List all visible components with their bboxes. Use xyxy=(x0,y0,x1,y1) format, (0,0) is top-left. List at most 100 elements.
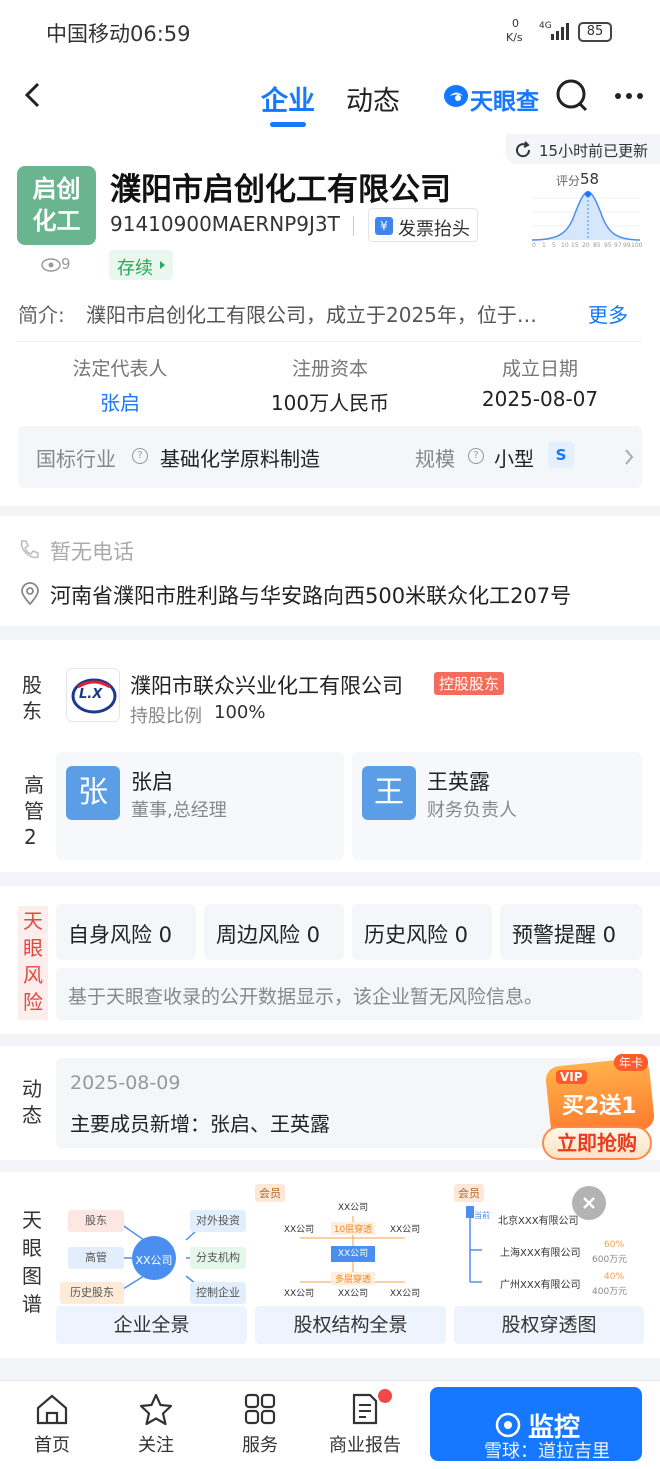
legal-rep-value[interactable]: 张启 xyxy=(40,387,200,416)
close-icon[interactable] xyxy=(572,1186,606,1220)
promo-cta[interactable]: 立即抢购 xyxy=(542,1126,652,1160)
risk-section-label: 天 眼 风 险 xyxy=(18,906,48,1020)
views-count: 9 xyxy=(61,255,71,273)
shareholder-name[interactable]: 濮阳市联众兴业化工有限公司 xyxy=(130,670,403,700)
founded-block: 成立日期 2025-08-07 xyxy=(460,354,620,414)
scale-help-icon[interactable]: ? xyxy=(468,448,484,464)
score-axis-tick: 20 xyxy=(582,242,590,249)
tab-home[interactable]: 首页 xyxy=(20,1389,84,1467)
risk-self-label: 自身风险 0 xyxy=(68,923,173,947)
graph-card-overview[interactable]: 股东 高管 历史股东 XX公司 对外投资 分支机构 控制企业 企业全景 xyxy=(56,1182,247,1344)
news-text: 主要成员新增：张启、王英露 xyxy=(70,1112,330,1136)
battery-icon: 85 xyxy=(578,22,612,42)
executive-card[interactable]: 王 王英露 财务负责人 xyxy=(352,752,642,860)
code-divider xyxy=(353,216,354,236)
score-axis-tick: 100 xyxy=(631,242,643,249)
executive-role: 财务负责人 xyxy=(427,800,517,821)
score-axis-tick: 5 xyxy=(552,242,556,249)
tab-news[interactable]: 动态 xyxy=(346,79,400,118)
intro-more-link[interactable]: 更多 xyxy=(588,299,628,328)
executive-card[interactable]: 张 张启 董事,总经理 xyxy=(56,752,344,860)
bottom-tab-bar: 首页 关注 服务 商业报告 监控 雪球：道拉吉里 xyxy=(0,1380,660,1469)
address-text[interactable]: 河南省濮阳市胜利路与华安路向西500米联众化工207号 xyxy=(50,580,571,610)
graph-card-penetration[interactable]: 会员 当前 北京XXX有限公司 上海XXX有限公司 60% 600万元 广州XX… xyxy=(454,1182,644,1344)
risk-warning[interactable]: 预警提醒 0 xyxy=(500,904,642,960)
location-icon xyxy=(20,582,40,606)
risk-self[interactable]: 自身风险 0 xyxy=(56,904,196,960)
industry-help-icon[interactable]: ? xyxy=(132,448,148,464)
overview-node: 对外投资 xyxy=(190,1210,246,1232)
score-value: 58 xyxy=(580,170,600,188)
more-icon[interactable] xyxy=(614,92,646,100)
equity-node: 多层穿透 xyxy=(331,1272,375,1285)
shareholder-logo: L.X xyxy=(66,668,120,722)
legal-rep-block[interactable]: 法定代表人 张启 xyxy=(40,354,200,416)
capital-block: 注册资本 100万人民币 xyxy=(250,354,410,415)
capital-value: 100万人民币 xyxy=(270,391,390,415)
industry-label: 国标行业 xyxy=(36,447,116,471)
scale-label: 规模 xyxy=(415,447,455,471)
overview-node: 高管 xyxy=(68,1247,124,1269)
equity-node: XX公司 xyxy=(389,1225,421,1235)
risk-history[interactable]: 历史风险 0 xyxy=(352,904,492,960)
status-bar: 中国移动06:59 0 K/s 4G 85 xyxy=(0,0,660,64)
graph-card: 天 眼 图 谱 股东 高管 历史股东 XX公司 对外投资 分支机构 控制企业 企… xyxy=(0,1172,660,1358)
score-axis-tick: 15 xyxy=(571,242,579,249)
graph-card-equity-structure[interactable]: 会员 XX公司 XX公司 10层穿透 XX公司 XX公司 多层穿透 XX公司 X… xyxy=(255,1182,446,1344)
executive-name: 张启 xyxy=(131,770,173,794)
penetration-row: 上海XXX有限公司 xyxy=(500,1248,581,1259)
founded-value: 2025-08-07 xyxy=(481,387,599,411)
tab-report-label: 商业报告 xyxy=(329,1435,401,1456)
people-card: 股 东 L.X 濮阳市联众兴业化工有限公司 控股股东 持股比例 100% 高 管… xyxy=(0,640,660,872)
tab-company-underline xyxy=(270,122,306,127)
risk-nearby-label: 周边风险 0 xyxy=(216,923,321,947)
legal-rep-label: 法定代表人 xyxy=(72,358,168,380)
tab-service-label: 服务 xyxy=(242,1435,278,1456)
news-date: 2025-08-09 xyxy=(70,1072,181,1094)
battery-level: 85 xyxy=(586,24,604,39)
status-text: 存续 xyxy=(117,258,153,279)
vip-promo-banner[interactable]: 年卡 VIP 买2送1 立即抢购 xyxy=(540,1048,658,1166)
score-axis-tick: 99 xyxy=(623,242,631,249)
intro-prefix: 简介: xyxy=(18,303,65,327)
update-badge[interactable]: 15小时前已更新 xyxy=(506,134,660,164)
intro-divider xyxy=(18,341,642,342)
avatar: 王 xyxy=(362,766,416,820)
invoice-button[interactable]: ¥ 发票抬头 xyxy=(368,208,478,242)
risk-card: 天 眼 风 险 自身风险 0 周边风险 0 历史风险 0 预警提醒 0 基于天眼… xyxy=(0,886,660,1034)
company-header-card: 15小时前已更新 启创 化工 9 濮阳市启创化工有限公司 91410900MAE… xyxy=(0,134,660,506)
search-icon[interactable] xyxy=(555,78,591,114)
industry-bar[interactable]: 国标行业 ? 基础化学原料制造 规模 ? 小型 S xyxy=(18,426,642,488)
tab-company[interactable]: 企业 xyxy=(261,79,315,118)
back-icon[interactable] xyxy=(22,82,44,108)
tab-follow[interactable]: 关注 xyxy=(124,1389,188,1467)
equity-node: XX公司 xyxy=(337,1203,369,1213)
overview-node: 股东 xyxy=(68,1210,124,1232)
nav-bar: 企业 动态 天眼查 xyxy=(0,64,660,134)
brand-name: 天眼查 xyxy=(470,89,539,115)
graph-card-title: 股权穿透图 xyxy=(454,1306,644,1344)
chevron-right-icon[interactable] xyxy=(624,448,634,466)
score-widget[interactable]: 评分 58 0 1 5 10 15 20 85 95 97 99 100 xyxy=(530,170,642,250)
report-notification-dot xyxy=(378,1389,392,1403)
ratio-label: 持股比例 xyxy=(130,706,202,727)
invoice-icon: ¥ xyxy=(375,217,393,235)
graph-section-label: 天 眼 图 谱 xyxy=(22,1208,42,1316)
tab-report[interactable]: 商业报告 xyxy=(322,1389,408,1467)
credit-code[interactable]: 91410900MAERNP9J3T xyxy=(110,212,340,236)
home-icon xyxy=(36,1394,68,1425)
refresh-icon xyxy=(514,141,532,159)
shareholder-section-label: 股 东 xyxy=(22,673,42,723)
company-name: 濮阳市启创化工有限公司 xyxy=(110,172,451,208)
risk-nearby[interactable]: 周边风险 0 xyxy=(204,904,344,960)
news-section-label: 动 态 xyxy=(22,1077,42,1127)
star-icon xyxy=(139,1393,173,1425)
equity-node: XX公司 xyxy=(283,1225,315,1235)
tab-service[interactable]: 服务 xyxy=(228,1389,292,1467)
score-axis-tick: 0 xyxy=(532,242,536,249)
penetration-row: 北京XXX有限公司 xyxy=(498,1216,579,1227)
signal-icon xyxy=(550,22,572,40)
score-axis-tick: 97 xyxy=(614,242,622,249)
tab-follow-label: 关注 xyxy=(138,1435,174,1456)
status-badge[interactable]: 存续 xyxy=(109,250,173,280)
